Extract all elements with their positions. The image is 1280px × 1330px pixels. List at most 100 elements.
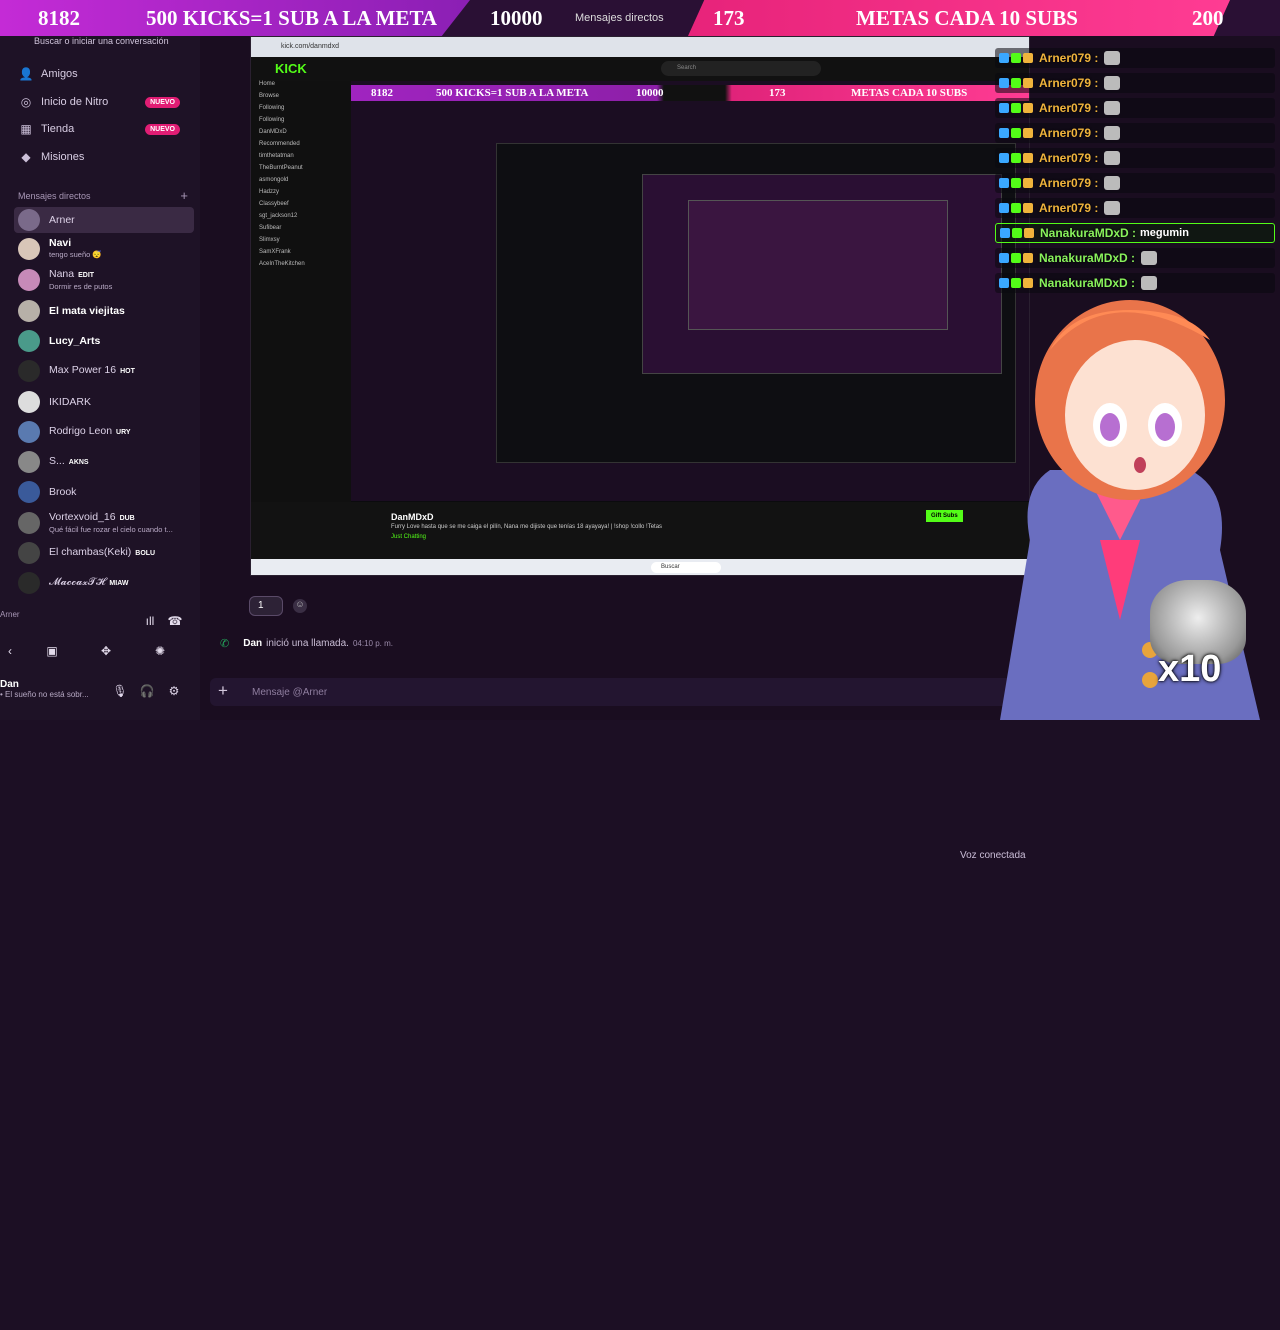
avatar (18, 391, 40, 413)
mic-icon[interactable]: 🎙 (112, 684, 128, 700)
inner-kicks-count: 8182 (371, 87, 393, 99)
kick-nav-item[interactable]: asmongold (251, 177, 351, 189)
dm-item[interactable]: Navi tengo sueño 😴 (14, 236, 194, 262)
recursive-stream-view: 8182 500 KICKS=1 SUB A LA META 10000 173… (351, 81, 1029, 501)
avatar (18, 572, 40, 594)
dm-item[interactable]: S... AKNS (14, 449, 194, 475)
soundboard-icon[interactable]: ıll (140, 614, 160, 632)
kick-nav-item[interactable]: Hadzzy (251, 189, 351, 201)
avatar (18, 269, 40, 291)
inner-subs-count: 173 (769, 87, 786, 99)
avatar (18, 481, 40, 503)
chat-badges-icon (999, 153, 1033, 163)
dm-item[interactable]: 𝓜𝓪𝓬𝓬𝓪𝔁𝓣𝓗 MIAW (14, 570, 194, 596)
kicks-count: 8182 (38, 5, 80, 30)
kick-nav-item: Following (259, 117, 285, 123)
windows-taskbar: Buscar (251, 559, 1029, 575)
kick-nav-item[interactable]: AceInTheKitchen (251, 261, 351, 273)
shop-icon: ▦ (20, 122, 32, 136)
dm-name: S... (49, 455, 65, 467)
dm-item[interactable]: Brook (14, 479, 194, 505)
dm-item[interactable]: IKIDARK (14, 389, 194, 415)
kick-nav-item[interactable]: timthetatman (251, 153, 351, 165)
dm-name: 𝓜𝓪𝓬𝓬𝓪𝔁𝓣𝓗 (49, 576, 106, 588)
dm-item[interactable]: Vortexvoid_16 DUB Qué fácil fue rozar el c… (14, 510, 194, 536)
dm-status: tengo sueño 😴 (49, 250, 102, 259)
reaction-count: 1 (258, 600, 264, 611)
goal-bar: 8182 500 KICKS=1 SUB A LA META 10000 Men… (0, 0, 1280, 36)
kick-nav-item[interactable]: DanMDxD (251, 129, 351, 141)
effects-icon[interactable]: ✺ (150, 644, 170, 662)
subs-count: 173 (713, 5, 745, 30)
nested-stream-2 (642, 174, 1002, 374)
message-input[interactable] (250, 684, 850, 700)
dm-item[interactable]: Nana EDIT Dormir es de putos (14, 267, 194, 293)
dm-item[interactable]: Arner (14, 207, 194, 233)
conversation-search[interactable]: Buscar o iniciar una conversación (34, 36, 169, 46)
nav-nitro[interactable]: ◎ Inicio de Nitro NUEVO (18, 91, 188, 113)
stream-category[interactable]: Just Chatting (391, 534, 426, 540)
kick-nav-item[interactable]: Sufibear (251, 225, 351, 237)
window-tab-title[interactable]: Mensajes directos (575, 0, 695, 36)
call-log-message: ✆ Dan inició una llamada. 04:10 p. m. (220, 637, 393, 650)
subs-goal-segment: 173 METAS CADA 10 SUBS (688, 0, 1230, 36)
kick-nav-item[interactable]: TheBurntPeanut (251, 165, 351, 177)
dm-item[interactable]: Rodrigo Leon URY (14, 419, 194, 445)
call-user[interactable]: Dan (243, 638, 262, 649)
dm-name: Navi (49, 237, 72, 249)
chat-username: Arner079 : (1039, 176, 1099, 190)
chat-username: Arner079 : (1039, 76, 1099, 90)
camera-icon[interactable]: ‹ (0, 644, 20, 662)
kick-nav-item[interactable]: Following (251, 105, 351, 117)
message-composer: + (210, 678, 1030, 706)
avatar (18, 451, 40, 473)
kick-nav-item[interactable]: sgt_jackson12 (251, 213, 351, 225)
streamer-name[interactable]: DanMDxD (391, 512, 434, 522)
screenshare-icon[interactable]: ▣ (42, 644, 62, 662)
kick-nav-item[interactable]: SamXFrank (251, 249, 351, 261)
dm-item[interactable]: El mata viejitas (14, 298, 194, 324)
call-time: 04:10 p. m. (352, 639, 393, 648)
reaction-pill[interactable]: 1 (249, 596, 283, 616)
kick-nav-item[interactable]: Slimxsy (251, 237, 351, 249)
screen-share-stream[interactable]: kick.com/danmdxd KICK Search Home Browse… (250, 36, 1030, 576)
add-reaction-icon[interactable]: ☺ (293, 599, 307, 613)
gift-subs-button[interactable]: Gift Subs (926, 510, 963, 522)
kick-sidebar: Home Browse Following Following DanMDxD … (251, 81, 351, 551)
kick-search[interactable]: Search (661, 61, 821, 76)
inner-goal-bar: 8182 500 KICKS=1 SUB A LA META 10000 173… (351, 85, 1029, 101)
chat-username: Arner079 : (1039, 51, 1099, 65)
chat-username: Arner079 : (1039, 201, 1099, 215)
dm-item[interactable]: Lucy_Arts (14, 328, 194, 354)
taskbar-search[interactable]: Buscar (651, 562, 721, 573)
kicks-goal-text: 500 KICKS=1 SUB A LA META (146, 5, 438, 30)
dm-item[interactable]: Max Power 16 HOT (14, 358, 194, 384)
settings-icon[interactable]: ⚙ (166, 684, 182, 700)
nav-shop[interactable]: ▦ Tienda NUEVO (18, 118, 188, 140)
kick-nav-item[interactable]: Browse (251, 93, 351, 105)
headphones-icon[interactable]: 🎧 (139, 684, 155, 700)
avatar (18, 421, 40, 443)
attach-plus-icon[interactable]: + (218, 681, 228, 701)
disconnect-icon[interactable]: ☎ (165, 614, 185, 632)
emote-multiplier: x10 (1158, 648, 1222, 690)
kick-nav-item[interactable]: Classybeef (251, 201, 351, 213)
chat-message: Arner079 : (995, 123, 1275, 143)
chat-message: Arner079 : (995, 48, 1275, 68)
chat-badges-icon (999, 128, 1033, 138)
nav-quests[interactable]: ◆ Misiones (18, 146, 188, 168)
dm-tag: AKNS (68, 459, 89, 466)
dm-item[interactable]: El chambas(Keki) BOLU (14, 540, 194, 566)
kick-logo[interactable]: KICK (275, 61, 307, 76)
add-dm-icon[interactable]: + (180, 189, 188, 202)
cat-emote-icon (1104, 126, 1121, 140)
dm-status: Qué fácil fue rozar el cielo cuando t... (49, 524, 173, 534)
nav-label: Misiones (41, 151, 85, 163)
activities-icon[interactable]: ✥ (96, 644, 116, 662)
nav-friends[interactable]: 👤 Amigos (18, 63, 188, 85)
nested-stream-3 (688, 200, 948, 330)
subs-goal-text: METAS CADA 10 SUBS (856, 5, 1078, 30)
kick-nav-item[interactable]: Home (251, 81, 351, 93)
voice-title: Voz conectada (960, 850, 1026, 861)
user-panel[interactable]: Dan • El sueño no está sobr... (0, 679, 89, 699)
